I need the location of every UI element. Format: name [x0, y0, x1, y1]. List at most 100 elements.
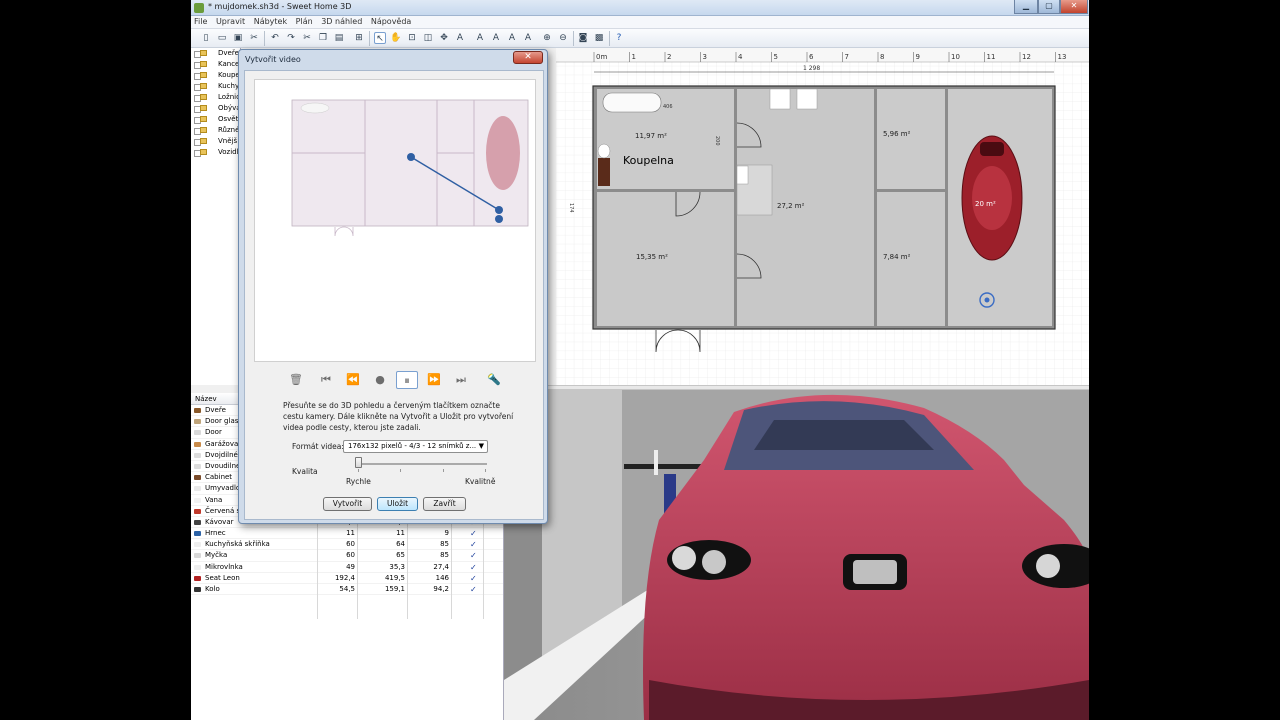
zoom-in-icon[interactable]: ⊕: [541, 32, 553, 44]
save-button[interactable]: Uložit: [377, 497, 418, 511]
furniture-width: 60: [346, 540, 355, 549]
photo-icon[interactable]: ◙: [577, 32, 589, 44]
record-icon[interactable]: ●: [369, 371, 391, 389]
go-back-icon[interactable]: ⏪: [342, 371, 364, 389]
text-italic-icon[interactable]: A: [506, 32, 518, 44]
save-icon[interactable]: ▣: [232, 32, 244, 44]
go-forward-icon[interactable]: ⏩: [423, 371, 445, 389]
copy-icon[interactable]: ❐: [317, 32, 329, 44]
catalog-item[interactable]: Obýva: [191, 103, 240, 114]
cut2-icon[interactable]: ✂: [301, 32, 313, 44]
help-icon[interactable]: ?: [613, 32, 625, 44]
create-dimensions-icon[interactable]: ✥: [438, 32, 450, 44]
furniture-icon: [194, 452, 201, 458]
close-button[interactable]: ✕: [1060, 0, 1088, 14]
catalog-item[interactable]: Kance: [191, 59, 240, 70]
room-area-label: 27,2 m²: [777, 202, 805, 210]
table-row[interactable]: Mikrovlnka 49 35,3 27,4 ✓: [191, 562, 503, 573]
room-area-label: 20 m²: [975, 200, 996, 208]
minimize-button[interactable]: ▁: [1014, 0, 1038, 14]
menu-edit[interactable]: Upravit: [213, 16, 248, 27]
create-rooms-icon[interactable]: ◫: [422, 32, 434, 44]
catalog-item[interactable]: Osvět: [191, 114, 240, 125]
furniture-name: Mikrovlnka: [205, 562, 243, 571]
select-mode-icon[interactable]: ↖: [374, 32, 386, 44]
catalog-item[interactable]: Ložnic: [191, 92, 240, 103]
furniture-icon: [194, 542, 201, 548]
visible-checkbox[interactable]: ✓: [470, 584, 477, 595]
visible-checkbox[interactable]: ✓: [470, 528, 477, 539]
slider-tick: [485, 469, 486, 472]
zoom-out-icon[interactable]: ⊖: [557, 32, 569, 44]
quality-low-label: Rychle: [346, 477, 371, 486]
catalog-item[interactable]: Různé: [191, 125, 240, 136]
video-format-select[interactable]: 176x132 pixelů - 4/3 - 12 snímků z... ▼: [343, 440, 488, 453]
flashlight-icon[interactable]: 🔦: [483, 371, 505, 389]
furniture-height: 9: [444, 529, 449, 538]
dialog-close-button[interactable]: ✕: [513, 51, 543, 64]
pan-mode-icon[interactable]: ✋: [390, 32, 402, 44]
furniture-icon: [194, 419, 201, 425]
delete-path-icon[interactable]: 🗑: [285, 371, 307, 389]
visible-checkbox[interactable]: ✓: [470, 562, 477, 573]
video-icon[interactable]: ▩: [593, 32, 605, 44]
ruler-label: 12: [1022, 53, 1031, 61]
furniture-width: 54,5: [339, 585, 355, 593]
pause-icon[interactable]: ⏸: [396, 371, 418, 389]
room-area-label: 5,96 m²: [883, 130, 911, 138]
add-text-icon[interactable]: A: [454, 32, 466, 44]
new-file-icon[interactable]: ▯: [200, 32, 212, 44]
create-walls-icon[interactable]: ⊡: [406, 32, 418, 44]
ruler-label: 5: [774, 53, 778, 61]
go-last-icon[interactable]: ⏭: [450, 371, 472, 389]
furniture-name: Garážova: [205, 439, 239, 448]
text-bold-icon[interactable]: A: [490, 32, 502, 44]
table-row[interactable]: Seat Leon 192,4 419,5 146 ✓: [191, 573, 503, 584]
chevron-down-icon: ▼: [478, 442, 484, 450]
table-row[interactable]: Hrnec 11 11 9 ✓: [191, 528, 503, 540]
paste-icon[interactable]: ▤: [333, 32, 345, 44]
catalog-item[interactable]: Vozidl: [191, 147, 240, 158]
catalog-item[interactable]: Koupe: [191, 70, 240, 81]
floor-plan-canvas[interactable]: 0m12345678910111213 1 298 N 406 200 174: [556, 48, 1089, 385]
cut-icon[interactable]: ✂: [248, 32, 260, 44]
table-row[interactable]: Kuchyňská skříňka 60 64 85 ✓: [191, 539, 503, 551]
visible-checkbox[interactable]: ✓: [470, 573, 477, 584]
redo-icon[interactable]: ↷: [285, 32, 297, 44]
add-furniture-icon[interactable]: ⊞: [353, 32, 365, 44]
text-size-icon[interactable]: A: [522, 32, 534, 44]
catalog-item[interactable]: Dveře: [191, 48, 240, 59]
menu-plan[interactable]: Plán: [293, 16, 316, 27]
menu-help[interactable]: Nápověda: [368, 16, 415, 27]
undo-icon[interactable]: ↶: [269, 32, 281, 44]
ruler-label: 9: [916, 53, 920, 61]
close-dialog-button[interactable]: Zavřít: [423, 497, 466, 511]
toolbar-separator: [264, 31, 265, 46]
catalog-item[interactable]: Vnějš: [191, 136, 240, 147]
menu-3d-view[interactable]: 3D náhled: [318, 16, 365, 27]
3d-view[interactable]: [504, 390, 1089, 720]
furniture-name: Umyvadlo: [205, 484, 241, 493]
3d-scene[interactable]: [504, 390, 1089, 720]
furniture-catalog-tree: Dveře Kance Koupe Kuchy Ložnic Obýva Osv…: [191, 48, 241, 385]
quality-slider-thumb[interactable]: [355, 457, 362, 468]
go-first-icon[interactable]: ⏮: [315, 371, 337, 389]
text-style-icon[interactable]: A: [474, 32, 486, 44]
quality-slider-track[interactable]: [357, 463, 487, 465]
furniture-height: 94,2: [433, 585, 449, 593]
table-row[interactable]: Myčka 60 65 85 ✓: [191, 550, 503, 562]
open-icon[interactable]: ▭: [216, 32, 228, 44]
visible-checkbox[interactable]: ✓: [470, 550, 477, 561]
plan-view[interactable]: 0m12345678910111213 1 298 N 406 200 174: [556, 48, 1089, 385]
furniture-icon: [194, 430, 201, 436]
menu-file[interactable]: File: [191, 16, 210, 27]
menu-bar: File Upravit Nábytek Plán 3D náhled Nápo…: [191, 16, 1089, 29]
catalog-item[interactable]: Kuchy: [191, 81, 240, 92]
visible-checkbox[interactable]: ✓: [470, 539, 477, 550]
menu-furniture[interactable]: Nábytek: [251, 16, 290, 27]
furniture-icon: [194, 587, 201, 592]
create-button[interactable]: Vytvořit: [323, 497, 372, 511]
maximize-button[interactable]: ▢: [1038, 0, 1060, 14]
table-row[interactable]: Kolo 54,5 159,1 94,2 ✓: [191, 584, 503, 596]
furniture-name: Door: [205, 428, 222, 437]
